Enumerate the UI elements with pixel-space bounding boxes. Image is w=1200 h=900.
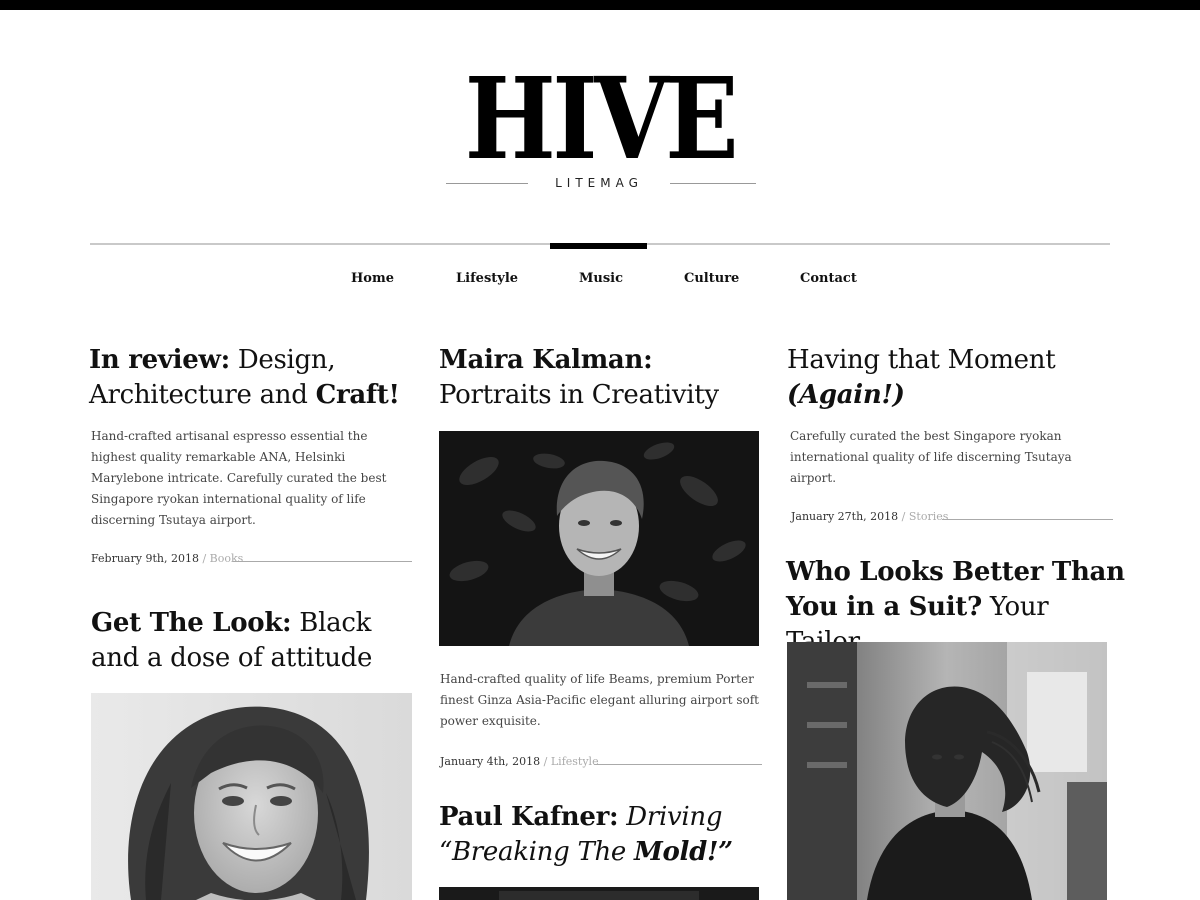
- nav-item-music[interactable]: Music: [579, 271, 623, 287]
- title-bold-italic-part: Mold!”: [633, 837, 733, 867]
- logo-subtitle: LITEMAG: [555, 176, 643, 190]
- title-bold-part: Who Looks Better Than You in a Suit?: [786, 557, 1125, 622]
- article-image-paul-kafner[interactable]: [439, 887, 759, 900]
- article-image-portrait-smiling-woman[interactable]: [91, 693, 412, 900]
- article-title[interactable]: Having that Moment (Again!): [787, 343, 1117, 413]
- windblown-woman-illustration: [787, 642, 1107, 900]
- meta-rule: [594, 764, 762, 765]
- woman-portrait-illustration: [91, 693, 412, 900]
- article-date: February 9th, 2018: [91, 552, 199, 565]
- site-logo[interactable]: HIVE LITEMAG: [440, 64, 760, 199]
- article-title[interactable]: Maira Kalman: Portraits in Creativity: [439, 343, 769, 413]
- article-excerpt: Carefully curated the best Singapore ryo…: [790, 429, 1072, 485]
- article-date: January 4th, 2018: [440, 755, 541, 768]
- title-regular-part: Having that Moment: [787, 345, 1056, 375]
- article-category[interactable]: Stories: [909, 510, 949, 523]
- title-bold-part: Get The Look:: [91, 608, 292, 638]
- title-bold-part: In review:: [89, 345, 230, 375]
- paul-kafner-image-illustration: [439, 887, 759, 900]
- article-excerpt: Hand-crafted artisanal espresso essentia…: [91, 429, 387, 527]
- article-title[interactable]: In review: Design, Architecture and Craf…: [89, 343, 419, 413]
- top-black-bar: [0, 0, 1200, 10]
- meta-separator: /: [901, 510, 906, 523]
- article-excerpt: Hand-crafted quality of life Beams, prem…: [440, 672, 759, 728]
- title-bold-part: Paul Kafner:: [439, 802, 619, 832]
- article-meta: January 27th, 2018 / Stories: [791, 510, 948, 524]
- logo-rule-left: [446, 183, 528, 184]
- article-title[interactable]: Get The Look: Black and a dose of attitu…: [91, 606, 421, 676]
- article-category[interactable]: Books: [210, 552, 244, 565]
- meta-separator: /: [543, 755, 548, 768]
- nav-item-lifestyle[interactable]: Lifestyle: [456, 271, 518, 287]
- title-bold-italic-part: (Again!): [787, 380, 905, 410]
- nav-item-home[interactable]: Home: [351, 271, 394, 287]
- title-bold-part: Maira Kalman:: [439, 345, 653, 375]
- meta-separator: /: [202, 552, 207, 565]
- article-title[interactable]: Paul Kafner: Driving “Breaking The Mold!…: [439, 800, 769, 870]
- nav-item-contact[interactable]: Contact: [800, 271, 857, 287]
- article-category[interactable]: Lifestyle: [551, 755, 599, 768]
- title-bold-part-2: Craft!: [315, 380, 400, 410]
- meta-rule: [233, 561, 412, 562]
- article-date: January 27th, 2018: [791, 510, 899, 523]
- article-meta: January 4th, 2018 / Lifestyle: [440, 755, 599, 769]
- article-image-portrait-woman-windblown-hair[interactable]: [787, 642, 1107, 900]
- nav-item-culture[interactable]: Culture: [684, 271, 739, 287]
- man-portrait-illustration: [439, 431, 759, 646]
- logo-wordmark: HIVE: [464, 54, 739, 185]
- meta-rule: [942, 519, 1113, 520]
- nav-active-indicator: [550, 243, 647, 249]
- article-meta: February 9th, 2018 / Books: [91, 552, 243, 566]
- article-image-portrait-smiling-man[interactable]: [439, 431, 759, 646]
- logo-rule-right: [670, 183, 756, 184]
- title-regular-part: Portraits in Creativity: [439, 380, 719, 410]
